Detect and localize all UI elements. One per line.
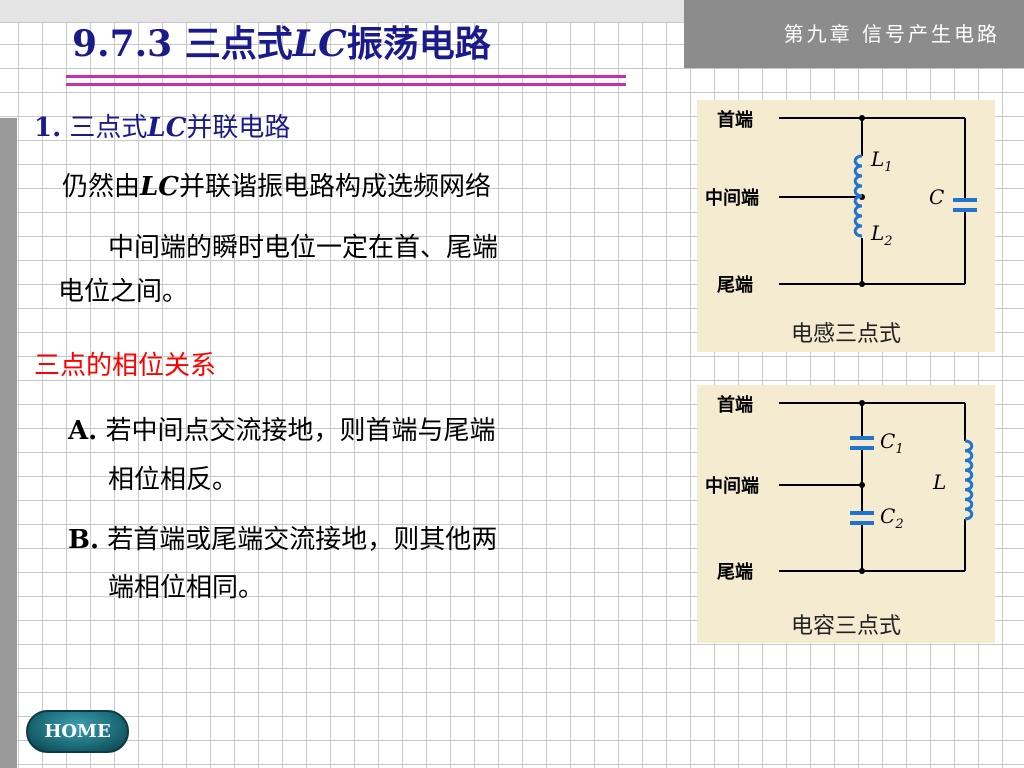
junction-bottom [859, 281, 865, 287]
term-top-label: 首端 [717, 109, 753, 131]
title-underline-top [66, 75, 626, 78]
junction-top [859, 115, 865, 121]
section-heading: 1. 三点式LC并联电路 [34, 108, 290, 148]
slide-title: 9.7.3 三点式LC振荡电路 [72, 22, 491, 66]
title-suffix: 振荡电路 [346, 23, 491, 65]
title-prefix: 9.7.3 三点式 [72, 23, 293, 65]
title-italic: LC [292, 23, 347, 65]
junction-bottom [859, 568, 865, 574]
paragraph-potential-line2: 电位之间。 [58, 277, 189, 307]
home-button[interactable]: HOME [26, 710, 129, 753]
c1-subscript: 1 [895, 442, 903, 457]
left-accent-bar [0, 118, 17, 768]
para1-prefix: 仍然由 [62, 172, 141, 202]
chapter-label: 第九章 信号产生电路 [783, 22, 1000, 46]
phase-heading: 三点的相位关系 [34, 351, 217, 381]
section-heading-italic: LC [147, 113, 187, 143]
inductor-coil [964, 439, 974, 521]
c2-label: C2 [880, 504, 904, 532]
inductive-circuit-diagram: 首端 中间端 尾端 L1 L2 C 电感三点式 [705, 109, 977, 347]
section-number: 1. [34, 113, 62, 143]
l1-symbol: L [870, 147, 884, 171]
c-label: C [929, 185, 944, 209]
item-b-text: 若首端或尾端交流接地，则其他两 [99, 525, 498, 555]
chapter-banner: 第九章 信号产生电路 [684, 0, 1024, 68]
c2-subscript: 2 [894, 517, 903, 532]
section-heading-suffix: 并联电路 [186, 113, 291, 143]
c1-symbol: C [880, 429, 895, 453]
junction-middle [859, 482, 865, 488]
capacitive-three-point-figure: 首端 中间端 尾端 C1 C2 L 电容三点式 [697, 385, 995, 643]
l-label: L [932, 470, 946, 494]
l2-symbol: L [870, 221, 884, 245]
item-a-line1: A. 若中间点交流接地，则首端与尾端 [68, 411, 496, 451]
l1-subscript: 1 [884, 160, 892, 175]
l1-label: L1 [870, 147, 893, 175]
para1-italic: LC [140, 172, 179, 202]
item-b-marker: B. [68, 525, 100, 555]
term-mid-label: 中间端 [705, 187, 759, 209]
paragraph-selection-network: 仍然由LC并联谐振电路构成选频网络 [62, 167, 491, 207]
inductive-three-point-figure: 首端 中间端 尾端 L1 L2 C 电感三点式 [697, 100, 995, 352]
term-mid-label: 中间端 [705, 475, 759, 497]
capacitive-circuit-diagram: 首端 中间端 尾端 C1 C2 L 电容三点式 [705, 394, 974, 639]
term-bot-label: 尾端 [717, 275, 753, 296]
title-underline-bottom [66, 83, 626, 86]
term-top-label: 首端 [717, 394, 753, 416]
junction-top [859, 400, 865, 406]
l2-label: L2 [870, 221, 893, 249]
section-heading-prefix: 三点式 [61, 113, 148, 143]
l2-subscript: 2 [883, 234, 892, 249]
capacitive-caption: 电容三点式 [791, 614, 901, 639]
item-b-line2: 端相位相同。 [108, 573, 265, 603]
item-a-line2: 相位相反。 [108, 465, 239, 495]
paragraph-potential-line1: 中间端的瞬时电位一定在首、尾端 [108, 233, 499, 263]
item-a-marker: A. [68, 416, 98, 446]
item-a-text: 若中间点交流接地，则首端与尾端 [97, 416, 496, 446]
term-bot-label: 尾端 [717, 562, 753, 583]
c2-symbol: C [880, 504, 895, 528]
item-b-line1: B. 若首端或尾端交流接地，则其他两 [68, 520, 497, 560]
inductive-caption: 电感三点式 [791, 322, 901, 347]
c1-label: C1 [880, 429, 904, 457]
para1-suffix: 并联谐振电路构成选频网络 [179, 172, 492, 202]
